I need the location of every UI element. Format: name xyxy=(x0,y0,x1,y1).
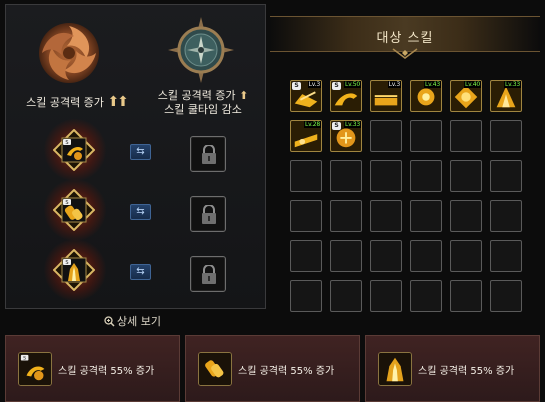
skill-level-tag: Lv.3 xyxy=(387,81,401,88)
empty-skill-slot[interactable] xyxy=(290,160,322,192)
locked-slot xyxy=(190,256,226,292)
svg-text:S: S xyxy=(23,356,26,362)
empty-skill-slot[interactable] xyxy=(330,160,362,192)
bonus-attack-increase-label: 스킬 공격력 증가 ⬆⬆ xyxy=(26,94,129,110)
empty-skill-slot[interactable] xyxy=(370,240,402,272)
skill-type-badge: S xyxy=(332,82,341,90)
empty-skill-slot[interactable] xyxy=(490,160,522,192)
compass-emblem-icon xyxy=(168,17,234,83)
swap-button[interactable]: ⇆ xyxy=(130,144,151,160)
detail-view-label: 상세 보기 xyxy=(117,315,161,328)
bonus-card: S 스킬 공격력 55% 증가 xyxy=(5,335,180,402)
target-skill-slot[interactable]: S Lv.3 xyxy=(290,80,322,112)
empty-skill-slot[interactable] xyxy=(290,200,322,232)
skill-type-badge: S xyxy=(292,82,301,90)
ornament-icon xyxy=(392,48,418,59)
empty-skill-slot[interactable] xyxy=(410,160,442,192)
skill-level-tag: Lv.3 xyxy=(307,81,321,88)
bonus-attack-cooldown-label: 스킬 공격력 증가 ⬆ 스킬 쿨타임 감소 xyxy=(157,89,249,116)
empty-skill-slot[interactable] xyxy=(410,280,442,312)
skill-enchant-panel: 스킬 공격력 증가 ⬆⬆ 스킬 공격력 증가 ⬆ 스킬 쿨타임 감소 S ⇆ S… xyxy=(5,4,266,309)
empty-skill-slot[interactable] xyxy=(490,240,522,272)
skill-level-tag: Lv.50 xyxy=(344,81,361,88)
empty-skill-slot[interactable] xyxy=(410,120,442,152)
skill-level-tag: Lv.33 xyxy=(344,121,361,128)
empty-skill-slot[interactable] xyxy=(410,200,442,232)
swap-button[interactable]: ⇆ xyxy=(130,204,151,220)
bonus-card: 스킬 공격력 55% 증가 xyxy=(185,335,360,402)
empty-skill-slot[interactable] xyxy=(450,200,482,232)
locked-slot xyxy=(190,136,226,172)
dash-skill-icon: S xyxy=(18,352,52,386)
target-skill-slot[interactable]: Lv.33 xyxy=(490,80,522,112)
empty-skill-slot[interactable] xyxy=(450,160,482,192)
lock-icon xyxy=(202,145,216,164)
burst-skill-icon xyxy=(378,352,412,386)
enchant-row: S ⇆ xyxy=(6,239,267,301)
swap-button[interactable]: ⇆ xyxy=(130,264,151,280)
svg-text:S: S xyxy=(65,140,68,146)
magnifier-icon xyxy=(104,315,115,327)
target-skill-title: 대상 스킬 xyxy=(376,31,434,46)
empty-skill-slot[interactable] xyxy=(490,200,522,232)
detail-view-link[interactable]: 상세 보기 xyxy=(104,313,161,329)
empty-skill-slot[interactable] xyxy=(330,280,362,312)
target-skill-slot[interactable]: Lv.3 xyxy=(370,80,402,112)
skill-level-tag: Lv.40 xyxy=(464,81,481,88)
enchant-row: S ⇆ xyxy=(6,179,267,241)
empty-skill-slot[interactable] xyxy=(410,240,442,272)
target-skill-slot[interactable]: S Lv.50 xyxy=(330,80,362,112)
fire-swirl-emblem-icon xyxy=(39,23,99,83)
gauntlet-skill-icon xyxy=(198,352,232,386)
lock-icon xyxy=(202,265,216,284)
skill-level-tag: Lv.43 xyxy=(424,81,441,88)
empty-skill-slot[interactable] xyxy=(370,160,402,192)
target-skill-slot[interactable]: Lv.40 xyxy=(450,80,482,112)
empty-skill-slot[interactable] xyxy=(290,280,322,312)
skill-type-badge: S xyxy=(332,122,341,130)
svg-text:S: S xyxy=(65,200,68,206)
skill-level-tag: Lv.28 xyxy=(304,121,321,128)
empty-skill-slot[interactable] xyxy=(370,120,402,152)
empty-skill-slot[interactable] xyxy=(490,120,522,152)
empty-skill-slot[interactable] xyxy=(370,200,402,232)
bonus-card-text: 스킬 공격력 55% 증가 xyxy=(418,366,515,377)
up-arrow-icon: ⬆ xyxy=(239,89,249,102)
svg-text:S: S xyxy=(65,260,68,266)
skill-slot-burst-icon[interactable]: S xyxy=(53,249,95,291)
double-up-arrow-icon: ⬆⬆ xyxy=(107,94,129,110)
skill-level-tag: Lv.33 xyxy=(504,81,521,88)
empty-skill-slot[interactable] xyxy=(450,280,482,312)
skill-slot-gauntlet-icon[interactable]: S xyxy=(53,189,95,231)
bonus-card-text: 스킬 공격력 55% 증가 xyxy=(58,366,155,377)
empty-skill-slot[interactable] xyxy=(450,240,482,272)
target-skill-slot[interactable]: Lv.43 xyxy=(410,80,442,112)
target-skill-header: 대상 스킬 xyxy=(270,16,540,59)
target-skill-slot[interactable]: Lv.28 xyxy=(290,120,322,152)
skill-slot-dash-icon[interactable]: S xyxy=(53,129,95,171)
target-skill-slot[interactable]: S Lv.33 xyxy=(330,120,362,152)
empty-skill-slot[interactable] xyxy=(490,280,522,312)
bonus-card-text: 스킬 공격력 55% 증가 xyxy=(238,366,335,377)
locked-slot xyxy=(190,196,226,232)
bonus-card: 스킬 공격력 55% 증가 xyxy=(365,335,540,402)
empty-skill-slot[interactable] xyxy=(370,280,402,312)
enchant-row: S ⇆ xyxy=(6,119,267,181)
empty-skill-slot[interactable] xyxy=(290,240,322,272)
empty-skill-slot[interactable] xyxy=(330,200,362,232)
empty-skill-slot[interactable] xyxy=(330,240,362,272)
empty-skill-slot[interactable] xyxy=(450,120,482,152)
lock-icon xyxy=(202,205,216,224)
